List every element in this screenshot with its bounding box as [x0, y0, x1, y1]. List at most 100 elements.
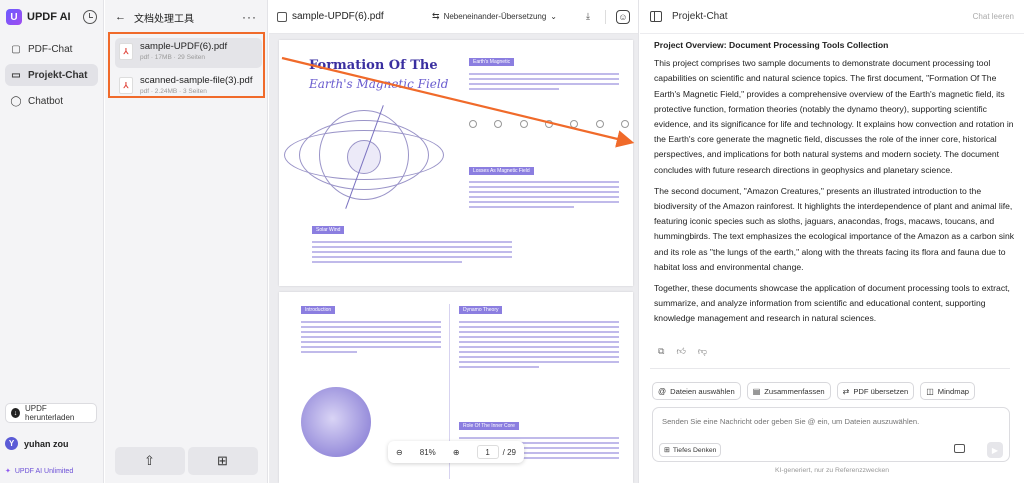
sidebar-item-label: PDF-Chat — [28, 43, 73, 55]
ai-response: Project Overview: Document Processing To… — [654, 38, 1014, 333]
page-navigator: 1 / 29 — [476, 445, 516, 459]
sidebar-item-label: Projekt-Chat — [28, 69, 88, 81]
chat-header: Projekt-Chat Chat leeren — [640, 0, 1024, 34]
send-icon: ▶ — [991, 445, 999, 455]
pdf-page-1: Formation Of The Earth's Magnetic Field … — [279, 40, 633, 286]
user-name: yuhan zou — [24, 438, 69, 449]
planet-diagram — [469, 120, 629, 128]
section-tag: Dynamo Theory — [459, 306, 503, 314]
pdf-viewer: sample-UPDF(6).pdf ⇆ Nebeneinander-Übers… — [269, 0, 639, 483]
thumbs-up-icon[interactable]: 👍︎ — [676, 346, 685, 357]
page-heading: Formation Of The — [309, 58, 438, 73]
mindmap-button[interactable]: ◫ Mindmap — [920, 382, 976, 400]
download-label: UPDF herunterladen — [25, 404, 75, 422]
response-paragraph: The second document, "Amazon Creatures,"… — [654, 185, 1015, 272]
chat-title: Projekt-Chat — [672, 11, 728, 22]
viewer-filename: sample-UPDF(6).pdf — [292, 11, 384, 22]
chip-label: Dateien auswählen — [670, 386, 735, 396]
deep-think-toggle[interactable]: ⊞ Tiefes Denken — [659, 443, 722, 457]
summary-icon: ▤ — [752, 386, 761, 396]
page-subheading: Earth's Magnetic Field — [309, 77, 449, 91]
zoom-out-icon[interactable]: ⊖ — [396, 448, 403, 457]
sidebar-header: U UPDF AI — [0, 0, 103, 34]
back-arrow-icon[interactable]: ← — [115, 11, 126, 23]
user-profile[interactable]: Y yuhan zou — [5, 437, 69, 450]
chevron-down-icon: ⌄ — [550, 12, 557, 21]
translate-icon: ⇄ — [842, 386, 850, 396]
view-mode-dropdown[interactable]: ⇆ Nebeneinander-Übersetzung ⌄ — [432, 11, 557, 22]
page-text-block — [469, 178, 619, 211]
page-number-input[interactable]: 1 — [476, 445, 499, 459]
section-tag: Losses As Magnetic Field — [469, 167, 534, 175]
at-icon: @ — [658, 386, 667, 396]
folder-icon: ▭ — [11, 69, 21, 81]
plan-label: UPDF AI Unlimited — [14, 467, 74, 475]
document-icon — [277, 11, 287, 22]
highlight-box — [108, 32, 265, 98]
divider — [650, 368, 1010, 369]
chat-bubble-icon: ◯ — [10, 95, 22, 107]
chip-label: Zusammenfassen — [764, 386, 825, 396]
copy-icon[interactable]: ⧉ — [658, 346, 664, 357]
zoom-toolbar: ⊖ 81% ⊕ 1 / 29 — [388, 441, 524, 463]
app-title: UPDF AI — [27, 11, 71, 23]
section-tag: Earth's Magnetic — [469, 58, 515, 66]
ai-assistant-icon[interactable]: ☺ — [616, 9, 630, 24]
sparkle-icon: ✦ — [5, 468, 11, 475]
sidebar-item-project-chat[interactable]: ▭ Projekt-Chat — [5, 64, 98, 86]
page-text-block — [459, 318, 619, 371]
image-upload-icon[interactable] — [954, 444, 965, 453]
avatar: Y — [5, 437, 18, 450]
summarize-button[interactable]: ▤ Zusammenfassen — [746, 382, 831, 400]
response-paragraph: Together, these documents showcase the a… — [654, 283, 1010, 324]
page-total: / 29 — [502, 447, 516, 457]
response-paragraph: This project comprises two sample docume… — [654, 58, 1014, 175]
upload-icon: ⇧ — [144, 453, 155, 468]
translate-icon: ⇆ — [432, 11, 440, 21]
response-actions: ⧉ 👍︎ 👎︎ — [658, 346, 707, 357]
history-icon[interactable] — [83, 10, 97, 24]
project-title: 文档处理工具 — [134, 13, 194, 25]
chip-label: PDF übersetzen — [853, 386, 909, 396]
upload-file-button[interactable]: ⇧ — [114, 447, 185, 475]
section-tag: Solar Wind — [312, 226, 345, 234]
download-icon[interactable]: ⤓ — [581, 10, 595, 24]
more-options-icon[interactable]: ··· — [242, 10, 257, 24]
plan-badge[interactable]: ✦ UPDF AI Unlimited — [5, 467, 74, 476]
response-heading: Project Overview: Document Processing To… — [654, 40, 889, 50]
sidebar-item-label: Chatbot — [28, 95, 64, 107]
mindmap-icon: ◫ — [926, 386, 934, 396]
brain-icon: ⊞ — [664, 447, 670, 454]
chat-panel: Projekt-Chat Chat leeren Project Overvie… — [640, 0, 1024, 483]
translate-pdf-button[interactable]: ⇄ PDF übersetzen — [836, 382, 915, 400]
thumbs-down-icon[interactable]: 👎︎ — [698, 346, 707, 357]
page-text-block — [301, 318, 441, 356]
sidebar-item-pdf-chat[interactable]: ▢ PDF-Chat — [5, 38, 98, 60]
updf-logo-icon: U — [6, 9, 22, 25]
message-input[interactable] — [662, 417, 1002, 426]
send-button[interactable]: ▶ — [987, 442, 1003, 458]
add-files-button[interactable]: ⊞ — [187, 447, 258, 475]
earth-layers-diagram — [301, 387, 371, 457]
section-tag: Introduction — [301, 306, 336, 314]
message-composer: ⊞ Tiefes Denken ▶ — [652, 407, 1010, 462]
page-text-block — [469, 70, 619, 93]
deep-think-label: Tiefes Denken — [672, 446, 717, 454]
sidebar-item-chatbot[interactable]: ◯ Chatbot — [5, 90, 98, 112]
project-files-header: ← 文档处理工具 ··· — [105, 0, 267, 34]
chip-label: Mindmap — [937, 386, 970, 396]
page-text-block — [312, 238, 512, 266]
document-icon: ▢ — [11, 43, 21, 55]
download-icon: ↓ — [11, 408, 20, 418]
quick-actions: @ Dateien auswählen ▤ Zusammenfassen ⇄ P… — [652, 382, 976, 400]
download-updf-button[interactable]: ↓ UPDF herunterladen — [5, 403, 97, 423]
left-sidebar: U UPDF AI ▢ PDF-Chat ▭ Projekt-Chat ◯ Ch… — [0, 0, 104, 483]
viewer-header: sample-UPDF(6).pdf ⇆ Nebeneinander-Übers… — [269, 0, 638, 34]
clear-chat-button[interactable]: Chat leeren — [973, 12, 1014, 21]
project-files-footer: ⇧ ⊞ — [105, 447, 267, 475]
toggle-panel-icon[interactable] — [650, 11, 662, 22]
ai-disclaimer: KI-generiert, nur zu Referenzzwecken — [774, 467, 890, 474]
zoom-in-icon[interactable]: ⊕ — [453, 448, 460, 457]
zoom-level[interactable]: 81% — [420, 448, 436, 457]
select-files-button[interactable]: @ Dateien auswählen — [652, 382, 741, 400]
